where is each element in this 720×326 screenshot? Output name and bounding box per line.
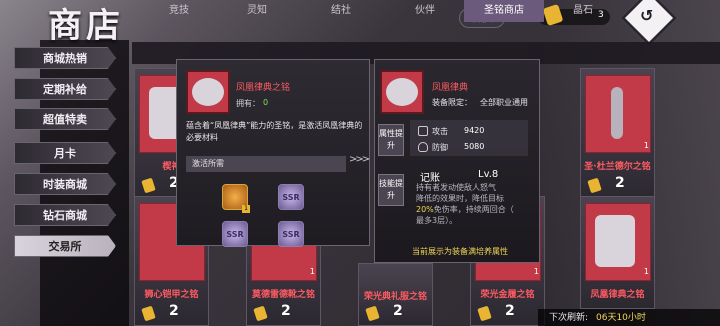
item-count: 1 — [309, 267, 315, 276]
item-price: 2 — [169, 303, 179, 319]
activate-requirement-bar: 激活所需 — [186, 156, 346, 172]
equip-limit-label: 装备限定： — [432, 98, 472, 107]
material-count: 1 — [242, 205, 250, 213]
stat-label: 防御 — [432, 143, 448, 152]
coin-icon — [365, 305, 380, 322]
emblem-icon — [192, 78, 224, 106]
item-price: 2 — [281, 303, 291, 319]
back-arrow-icon: ↺ — [640, 6, 654, 25]
item-price: 2 — [505, 303, 515, 319]
item-name: 荣光典礼服之铭 — [363, 292, 427, 302]
item-price: 2 — [393, 303, 403, 319]
ssr-token-icon[interactable]: SSR — [222, 221, 248, 247]
item-count: 1 — [533, 267, 539, 276]
item-title: 凤凰律典之铭 — [236, 83, 291, 93]
sidebar-item-monthly-card[interactable]: 月卡 — [14, 142, 116, 164]
equipment-title: 凤凰律典 — [432, 83, 469, 93]
item-name: 荣光金履之铭 — [480, 290, 535, 300]
item-emblem-icon — [595, 215, 635, 267]
arrow-right-icon: >>> — [349, 154, 370, 165]
item-name: 莫德雷德靴之铭 — [251, 290, 315, 300]
sidebar-item-exchange[interactable]: 交易所 — [14, 235, 116, 257]
tab-holy-seal-shop[interactable]: 圣铭商店 — [464, 0, 544, 22]
skill-level: Lv.8 — [478, 169, 499, 180]
attribute-boost-tab[interactable]: 属性提升 — [378, 124, 404, 156]
tab-partner[interactable]: 伙伴 — [386, 0, 464, 22]
item-name: 狮心铠甲之铭 — [144, 290, 199, 300]
skill-highlight: 20% — [416, 205, 434, 214]
shop-item-card[interactable]: 荣光典礼服之铭 2 — [358, 263, 433, 326]
tab-spirit[interactable]: 灵知 — [218, 0, 296, 22]
tab-guild[interactable]: 结社 — [296, 0, 386, 22]
item-count: 1 — [643, 141, 649, 150]
item-count: 1 — [643, 267, 649, 276]
coin-icon — [141, 305, 156, 322]
shop-item-card[interactable]: 1 凤凰律典之铭 — [580, 196, 655, 309]
stat-value: 9420 — [464, 126, 485, 135]
coin-icon — [141, 177, 156, 194]
owned-value: 0 — [263, 98, 269, 107]
tab-arena[interactable]: 竞技 — [140, 0, 218, 22]
shield-icon — [418, 142, 428, 152]
skill-desc-text: 免伤率，持续两回合（ — [433, 205, 514, 214]
item-description: 蕴含着“凤凰律典”能力的圣铭，是激活凤凰律典的必要材料 — [186, 121, 363, 142]
coin-icon — [587, 177, 602, 194]
skill-desc-line: 持有者发动使敌人怒气 — [416, 183, 496, 192]
stat-value: 5080 — [464, 142, 485, 151]
sidebar-item-fashion[interactable]: 时装商城 — [14, 173, 116, 195]
skill-desc-line: 最多3层）。 — [416, 216, 458, 225]
tab-crystal[interactable]: 晶石 — [544, 0, 622, 22]
sword-icon — [611, 87, 623, 139]
skill-description: 持有者发动使敌人怒气 降低的效果时，降低目标 20%免伤率，持续两回合（ 最多3… — [416, 182, 532, 226]
skill-desc-line: 降低的效果时，降低目标 — [416, 194, 504, 203]
sidebar-item-supply[interactable]: 定期补给 — [14, 78, 116, 100]
sword-icon — [418, 126, 428, 136]
skill-boost-tab[interactable]: 技能提升 — [378, 174, 404, 206]
equip-limit-value: 全部职业通用 — [480, 98, 528, 107]
shop-item-card[interactable]: 1 圣·杜兰德尔之铭 2 — [580, 68, 655, 200]
ssr-token-icon[interactable]: SSR — [278, 221, 304, 247]
coin-icon — [477, 305, 492, 322]
phoenix-book-icon — [386, 78, 418, 106]
panel-footer-note: 当前展示为装备满培养属性 — [412, 247, 508, 256]
sidebar-item-sale[interactable]: 超值特卖 — [14, 108, 116, 130]
refresh-time: 06天10小时 — [596, 313, 646, 323]
refresh-label: 下次刷新: — [549, 313, 589, 323]
item-name: 凤凰律典之铭 — [590, 290, 645, 300]
coin-icon — [253, 305, 268, 322]
owned-label: 拥有： — [236, 99, 260, 108]
ssr-token-icon[interactable]: SSR — [278, 184, 304, 210]
item-name: 圣·杜兰德尔之铭 — [584, 162, 651, 172]
skill-desc-line: 20%免伤率，持续两回合（ — [416, 204, 532, 215]
sidebar-item-diamond[interactable]: 钻石商城 — [14, 204, 116, 226]
sidebar-item-hot[interactable]: 商城热销 — [14, 47, 116, 69]
item-price: 2 — [615, 175, 625, 191]
stat-label: 攻击 — [432, 127, 448, 136]
